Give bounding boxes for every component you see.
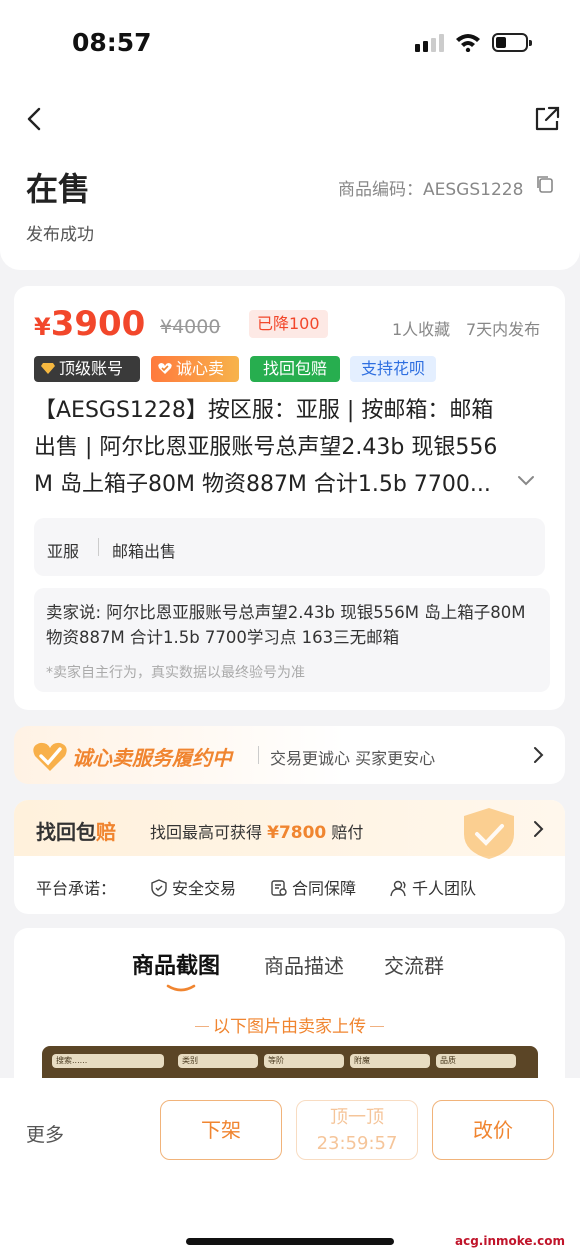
price-drop-badge: 已降100 bbox=[249, 310, 328, 338]
recover-guarantee-logo: 找回包赔 bbox=[36, 816, 116, 845]
divider bbox=[195, 1026, 209, 1027]
seller-says-box: 卖家说: 阿尔比恩亚服账号总声望2.43b 现银556M 岛上箱子80M 物资8… bbox=[34, 588, 550, 692]
screenshot-search-field: 搜索...... bbox=[52, 1054, 164, 1068]
bump-button[interactable]: 顶一顶 23:59:57 bbox=[296, 1100, 418, 1160]
heart-check-icon bbox=[33, 742, 67, 771]
current-price: ¥3900 bbox=[34, 304, 145, 344]
bottom-action-bar: 更多 下架 顶一顶 23:59:57 改价 acg.inmoke.com bbox=[0, 1078, 580, 1257]
tab-description[interactable]: 商品描述 bbox=[264, 950, 344, 979]
title-line: 【AESGS1228】按区服：亚服 | 按邮箱：邮箱 bbox=[34, 398, 494, 423]
team-icon bbox=[390, 880, 406, 897]
battery-icon bbox=[492, 33, 532, 52]
chevron-down-icon[interactable] bbox=[516, 474, 536, 488]
seller-says-text: 卖家说: 阿尔比恩亚服账号总声望2.43b 现银556M 岛上箱子80M 物资8… bbox=[46, 603, 526, 647]
divider bbox=[258, 746, 259, 764]
platform-promise-label: 平台承诺： bbox=[36, 879, 117, 898]
screenshot-filter: 等阶 bbox=[264, 1054, 344, 1068]
promise-item-label: 安全交易 bbox=[172, 879, 237, 898]
honest-service-bar[interactable]: 诚心卖服务履约中 交易更诚心 买家更安心 bbox=[14, 726, 565, 784]
screenshot-filter: 附魔 bbox=[350, 1054, 430, 1068]
title-line: 出售 | 阿尔比恩亚服账号总声望2.43b 现银556 bbox=[34, 435, 498, 460]
tag-recover-guarantee: 找回包赔 bbox=[250, 356, 340, 382]
listing-card: ¥3900 ¥4000 已降100 1人收藏 7天内发布 顶级账号 诚心卖 找回… bbox=[14, 286, 565, 710]
promise-item-safe: 安全交易 bbox=[150, 875, 236, 899]
divider bbox=[370, 1026, 384, 1027]
tab-indicator bbox=[166, 984, 196, 992]
product-code: 商品编码：AESGS1228 bbox=[338, 180, 524, 200]
shield-check-icon bbox=[464, 808, 514, 859]
page-title: 在售 bbox=[26, 170, 91, 208]
chevron-right-icon bbox=[534, 747, 544, 763]
diamond-icon bbox=[41, 363, 55, 374]
tag-top-account: 顶级账号 bbox=[34, 356, 140, 382]
bump-timer: 23:59:57 bbox=[316, 1133, 398, 1154]
contract-icon bbox=[271, 880, 287, 896]
listing-title: 【AESGS1228】按区服：亚服 | 按邮箱：邮箱 出售 | 阿尔比恩亚服账号… bbox=[34, 392, 549, 503]
honest-service-subtitle: 交易更诚心 买家更安心 bbox=[270, 749, 436, 768]
tab-chat-group[interactable]: 交流群 bbox=[384, 950, 444, 979]
signal-icon bbox=[415, 34, 445, 52]
status-time: 08:57 bbox=[72, 28, 152, 57]
tag-huabei: 支持花呗 bbox=[350, 356, 436, 382]
status-card: 在售 商品编码：AESGS1228 发布成功 bbox=[0, 90, 580, 270]
back-arrow-icon[interactable] bbox=[20, 104, 50, 134]
publish-time: 7天内发布 bbox=[466, 320, 541, 339]
screenshot-filter: 品质 bbox=[436, 1054, 516, 1068]
tag-label: 诚心卖 bbox=[176, 359, 225, 378]
upload-note: 以下图片由卖家上传 bbox=[14, 1012, 565, 1037]
status-bar: 08:57 bbox=[0, 0, 580, 90]
promise-item-label: 合同保障 bbox=[292, 879, 357, 898]
desc-suffix: 赔付 bbox=[331, 823, 364, 842]
logo-accent: 赔 bbox=[96, 820, 116, 844]
heart-check-icon bbox=[158, 363, 172, 374]
copy-icon[interactable] bbox=[535, 174, 555, 194]
logo-text: 找回包 bbox=[36, 820, 96, 844]
tab-screenshots[interactable]: 商品截图 bbox=[132, 948, 220, 980]
chevron-right-icon bbox=[534, 821, 544, 837]
attr-mail: 邮箱出售 bbox=[112, 542, 177, 561]
attr-server: 亚服 bbox=[47, 542, 80, 561]
recover-guarantee-row[interactable]: 找回包赔 找回最高可获得 ¥7800 赔付 bbox=[14, 800, 565, 859]
upload-note-text: 以下图片由卖家上传 bbox=[213, 1017, 366, 1037]
original-price: ¥4000 bbox=[160, 316, 221, 338]
shield-icon bbox=[151, 879, 167, 897]
seller-disclaimer: *卖家自主行为，真实数据以最终验号为准 bbox=[46, 665, 305, 681]
desc-prefix: 找回最高可获得 bbox=[150, 823, 263, 842]
price-symbol: ¥ bbox=[34, 313, 51, 341]
watermark: acg.inmoke.com bbox=[455, 1234, 565, 1248]
price-value: 3900 bbox=[50, 304, 146, 344]
attribute-box: 亚服 邮箱出售 bbox=[34, 518, 545, 576]
wifi-icon bbox=[456, 34, 480, 52]
guarantee-card: 找回包赔 找回最高可获得 ¥7800 赔付 平台承诺： 安全交易 合同保障 千人… bbox=[14, 800, 565, 914]
recover-guarantee-desc: 找回最高可获得 ¥7800 赔付 bbox=[150, 819, 363, 843]
tag-honest-sell: 诚心卖 bbox=[151, 356, 239, 382]
share-icon[interactable] bbox=[532, 104, 562, 134]
favorites-count: 1人收藏 bbox=[392, 320, 451, 339]
honest-service-title: 诚心卖服务履约中 bbox=[72, 746, 232, 770]
screenshot-filter: 类别 bbox=[178, 1054, 258, 1068]
status-subtitle: 发布成功 bbox=[26, 225, 94, 245]
promise-item-label: 千人团队 bbox=[412, 879, 477, 898]
tag-label: 顶级账号 bbox=[59, 359, 124, 378]
home-indicator bbox=[186, 1238, 394, 1245]
promise-item-team: 千人团队 bbox=[390, 875, 476, 899]
recover-amount: ¥7800 bbox=[267, 823, 327, 843]
title-line: M 岛上箱子80M 物资887M 合计1.5b 7700... bbox=[34, 472, 491, 497]
divider bbox=[98, 538, 99, 556]
bump-label: 顶一顶 bbox=[330, 1107, 384, 1128]
more-button[interactable]: 更多 bbox=[26, 1120, 64, 1147]
promise-item-contract: 合同保障 bbox=[270, 875, 356, 899]
change-price-button[interactable]: 改价 bbox=[432, 1100, 554, 1160]
delist-button[interactable]: 下架 bbox=[160, 1100, 282, 1160]
